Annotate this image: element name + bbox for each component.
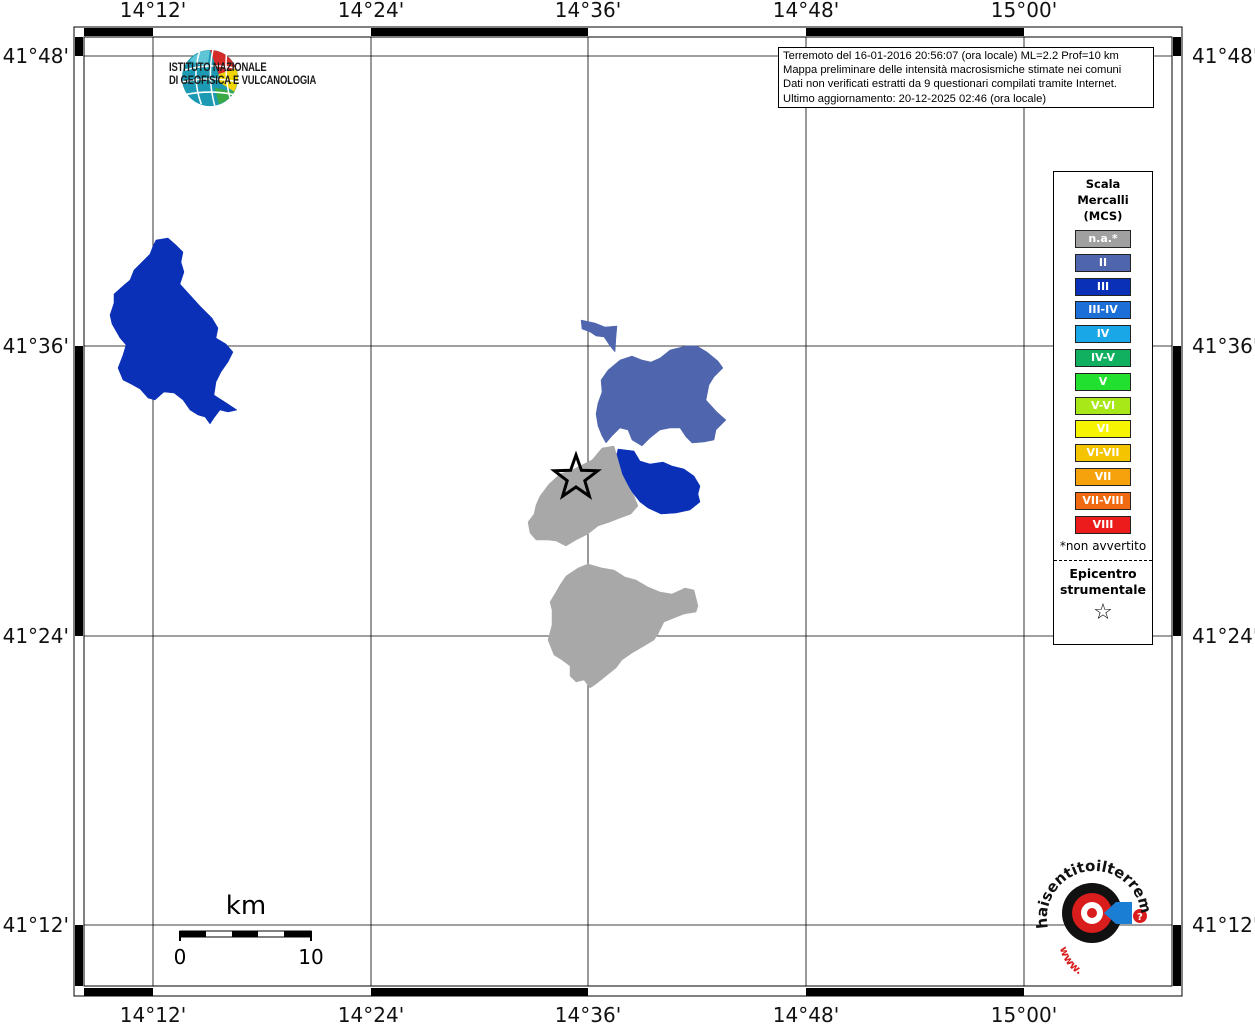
legend-epicenter-line: Epicentro — [1069, 566, 1137, 582]
haisentito-logo: ? haisentitoilterremoto.it www. — [1030, 850, 1155, 975]
legend-epicenter-line: strumentale — [1059, 582, 1147, 598]
intensity-legend: Scala Mercalli (MCS) n.a.* II III III-IV IV I… — [1053, 171, 1153, 645]
legend-item: II — [1075, 253, 1131, 272]
scale-start: 0 — [174, 945, 187, 969]
scale-bar-graphic: km 0 10 — [174, 891, 324, 969]
legend-title: Scala Mercalli (MCS) — [1054, 176, 1152, 224]
brand-subtext: www. — [1057, 945, 1085, 975]
legend-divider — [1054, 560, 1152, 562]
legend-item: IV-V — [1075, 348, 1131, 367]
lat-label: 41°12' — [3, 913, 69, 937]
scale-bar: km 0 10 — [170, 886, 330, 976]
lon-label: 15°00' — [991, 0, 1057, 22]
lat-label: 41°24' — [1192, 624, 1255, 648]
legend-item: VIII — [1075, 515, 1131, 534]
event-info-line: Mappa preliminare delle intensità macros… — [783, 64, 1122, 77]
lat-label: 41°12' — [1192, 913, 1255, 937]
institute-name: ISTITUTO NAZIONALE DI GEOFISICA E VULCAN… — [169, 62, 316, 88]
legend-title-line: Scala — [1085, 177, 1121, 191]
event-info-box: Terremoto del 16-01-2016 20:56:07 (ora l… — [778, 47, 1154, 108]
lon-label: 14°48' — [773, 1003, 839, 1024]
institute-name-line1: ISTITUTO NAZIONALE — [169, 62, 267, 74]
legend-item: n.a.* — [1075, 230, 1131, 248]
lon-label: 14°12' — [120, 1003, 186, 1024]
lon-label: 14°36' — [555, 0, 621, 22]
legend-title-line: Mercalli — [1077, 193, 1129, 207]
legend-item: V — [1075, 372, 1131, 391]
scale-end: 10 — [298, 945, 323, 969]
lat-labels-right: 41°48' 41°36' 41°24' 41°12' — [1192, 44, 1255, 937]
lon-label: 14°36' — [555, 1003, 621, 1024]
legend-note: *non avvertito — [1059, 539, 1147, 554]
legend-item: VI-VII — [1075, 444, 1131, 463]
legend-item: IV — [1075, 325, 1131, 344]
lat-label: 41°24' — [3, 624, 69, 648]
lon-label: 14°24' — [338, 1003, 404, 1024]
lat-label: 41°36' — [1192, 334, 1255, 358]
lon-label: 15°00' — [991, 1003, 1057, 1024]
legend-item: III — [1075, 277, 1131, 296]
lon-label: 14°12' — [120, 0, 186, 22]
event-info-line: Ultimo aggiornamento: 20-12-2025 02:46 (… — [783, 92, 1047, 105]
legend-item: III-IV — [1075, 301, 1131, 320]
lat-label: 41°48' — [1192, 44, 1255, 68]
lon-label: 14°48' — [773, 0, 839, 22]
lon-labels-top: 14°12' 14°24' 14°36' 14°48' 15°00' — [120, 0, 1057, 22]
institute-name-line2: DI GEOFISICA E VULCANOLOGIA — [169, 75, 317, 87]
lat-label: 41°36' — [3, 334, 69, 358]
legend-epicenter-label: Epicentro strumentale — [1054, 566, 1152, 598]
lon-label: 14°24' — [338, 0, 404, 22]
legend-items: n.a.* II III III-IV IV IV-V V V-VI VI VI-VII VII VI… — [1054, 230, 1152, 534]
lat-labels-left: 41°48' 41°36' 41°24' 41°12' — [3, 44, 69, 937]
legend-star-icon: ☆ — [1093, 600, 1113, 626]
lat-label: 41°48' — [3, 44, 69, 68]
legend-item: VII — [1075, 467, 1131, 486]
event-info-line: Terremoto del 16-01-2016 20:56:07 (ora l… — [783, 50, 1119, 62]
legend-item: VI — [1075, 420, 1131, 439]
legend-title-line: (MCS) — [1083, 209, 1123, 223]
event-info-line: Dati non verificati estratti da 9 questi… — [783, 78, 1117, 91]
scale-unit: km — [226, 891, 266, 921]
legend-item: VII-VIII — [1075, 491, 1131, 510]
legend-item: V-VI — [1075, 396, 1131, 415]
lon-labels-bottom: 14°12' 14°24' 14°36' 14°48' 15°00' — [120, 1003, 1057, 1024]
